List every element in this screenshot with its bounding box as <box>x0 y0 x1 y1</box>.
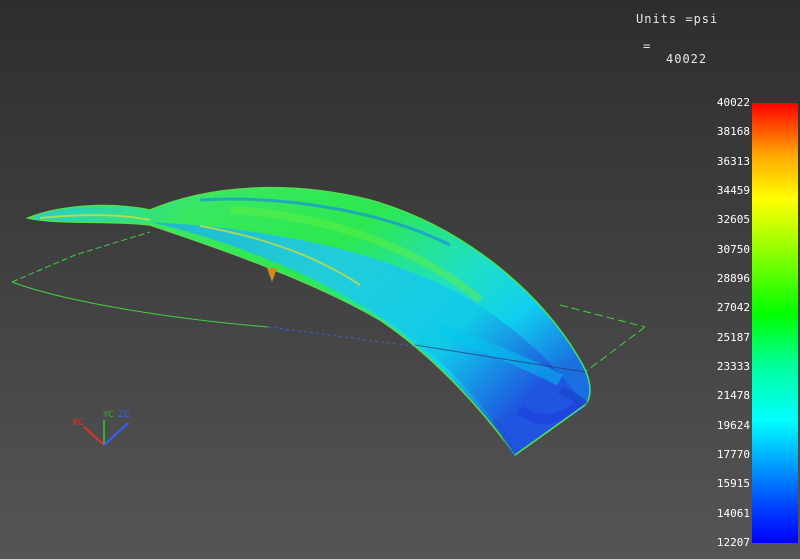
legend-tick-label: 17770 <box>716 447 750 461</box>
legend-tick-label: 40022 <box>716 96 750 109</box>
legend-tick-label: 36313 <box>716 154 750 168</box>
equals-label: = <box>643 39 651 53</box>
legend-tick-label: 27042 <box>716 301 750 315</box>
legend-tick-label: 28896 <box>716 271 750 285</box>
legend-tick-label: 15915 <box>716 477 750 491</box>
legend-tick-label: 19624 <box>716 418 750 432</box>
legend-tick-label: 38168 <box>716 125 750 139</box>
legend-tick-label: 32605 <box>716 213 750 227</box>
model-viewport[interactable] <box>0 0 800 559</box>
units-label: Units =psi <box>636 12 719 26</box>
triad-z-label: ZC <box>118 410 131 420</box>
color-legend-bar <box>752 103 798 543</box>
legend-tick-label: 14061 <box>716 506 750 520</box>
legend-tick-label: 34459 <box>716 183 750 197</box>
legend-tick-label: 25187 <box>716 330 750 344</box>
legend-tick-label: 23333 <box>716 359 750 373</box>
max-value-label: 40022 <box>666 52 708 66</box>
triad-x-label: XC <box>72 418 84 428</box>
orientation-triad <box>83 420 129 446</box>
legend-tick-label: 30750 <box>716 242 750 256</box>
legend-tick-label: 12207 <box>716 535 750 549</box>
triad-y-label: YC <box>103 410 115 420</box>
legend-tick-label: 21478 <box>716 389 750 403</box>
